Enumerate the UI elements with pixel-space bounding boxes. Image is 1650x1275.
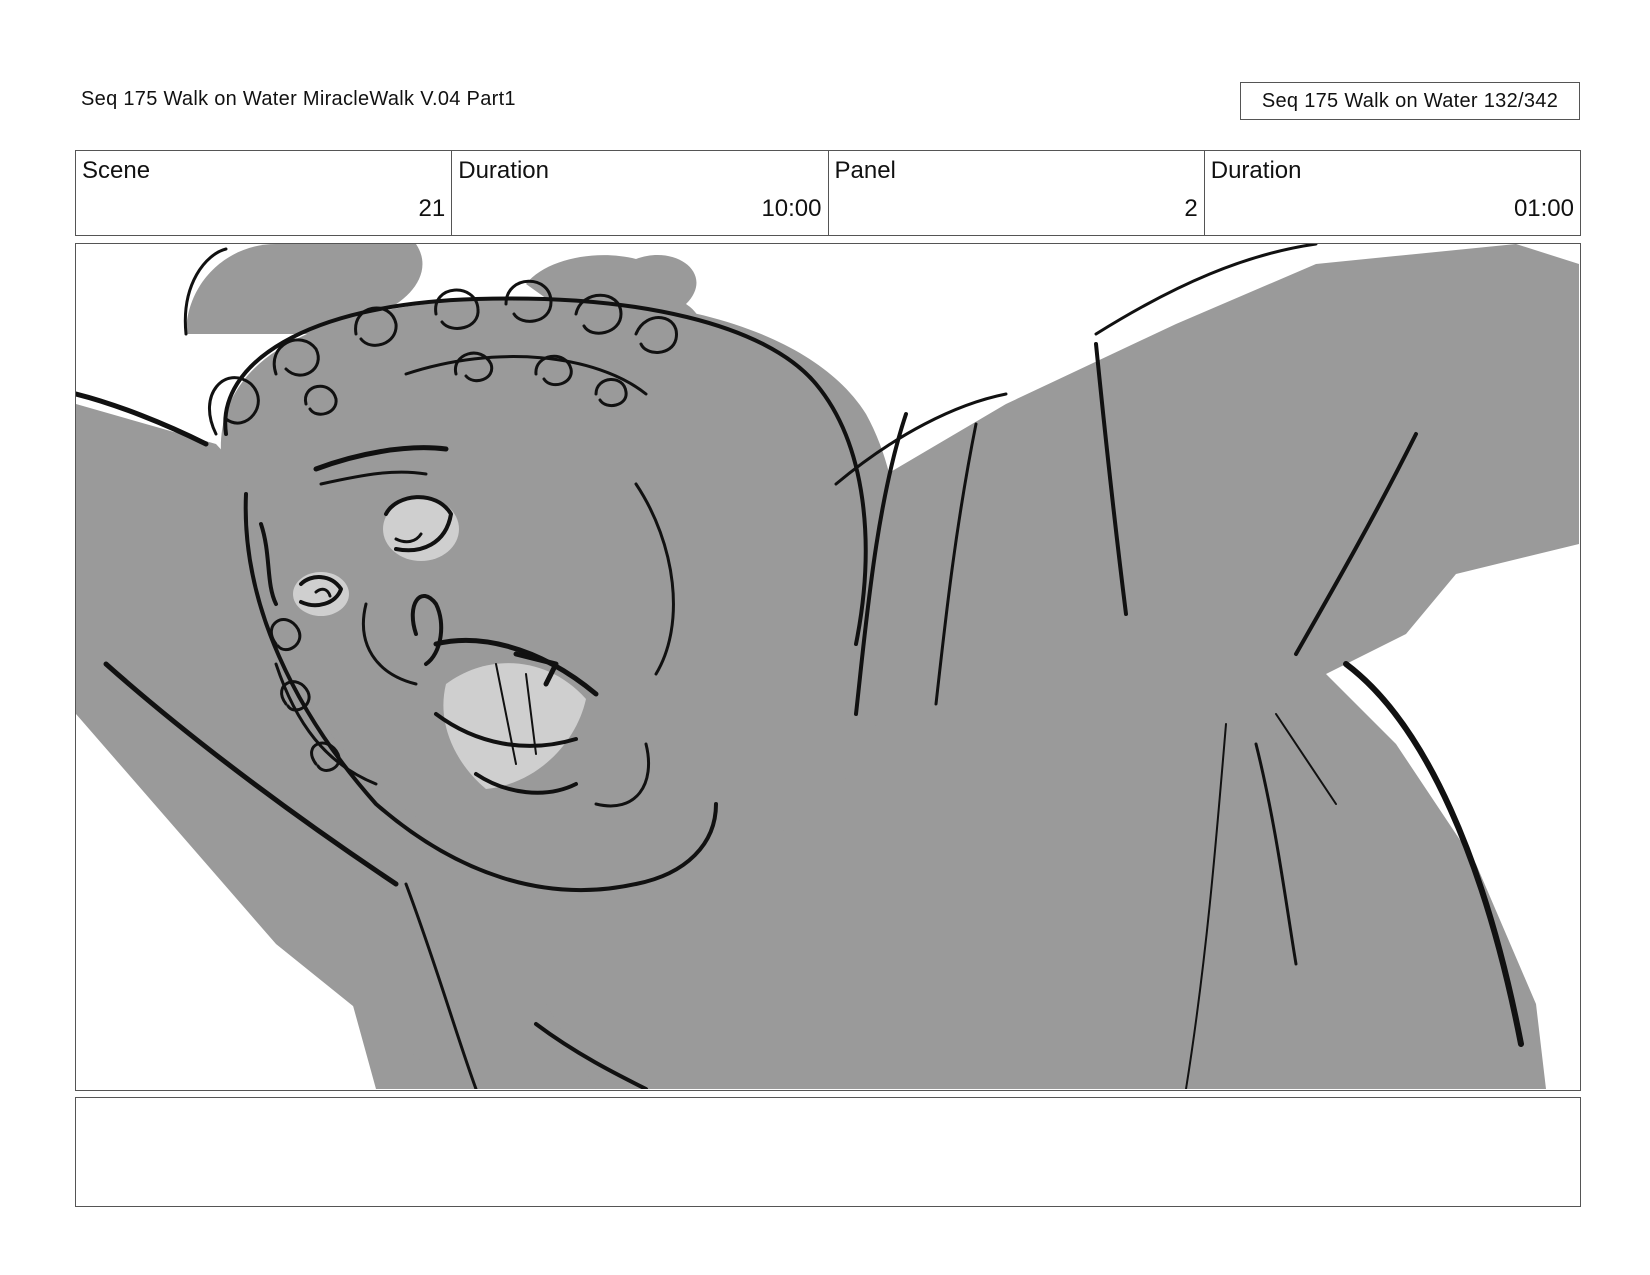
scene-info-table: Scene 21 Duration 10:00 Panel 2 Duration… bbox=[75, 150, 1581, 236]
scene-duration-label: Duration bbox=[458, 157, 549, 184]
sequence-title: Seq 175 Walk on Water MiracleWalk V.04 P… bbox=[81, 88, 516, 110]
scene-duration-cell: Duration 10:00 bbox=[452, 151, 829, 235]
panel-cell: Panel 2 bbox=[829, 151, 1205, 235]
scene-label: Scene bbox=[82, 157, 151, 184]
storyboard-sketch-character-icon bbox=[76, 244, 1579, 1089]
panel-duration-label: Duration bbox=[1210, 157, 1302, 184]
page-counter-box: Seq 175 Walk on Water 132/342 bbox=[1240, 82, 1580, 120]
panel-label: Panel bbox=[834, 157, 896, 184]
panel-notes bbox=[75, 1097, 1581, 1207]
panel-duration-cell: Duration 01:00 bbox=[1205, 151, 1580, 235]
panel-duration-value: 01:00 bbox=[1513, 195, 1574, 222]
scene-value: 21 bbox=[418, 195, 446, 222]
scene-duration-value: 10:00 bbox=[761, 195, 822, 222]
panel-value: 2 bbox=[1184, 195, 1198, 222]
scene-cell: Scene 21 bbox=[76, 151, 453, 235]
storyboard-panel bbox=[75, 243, 1581, 1091]
